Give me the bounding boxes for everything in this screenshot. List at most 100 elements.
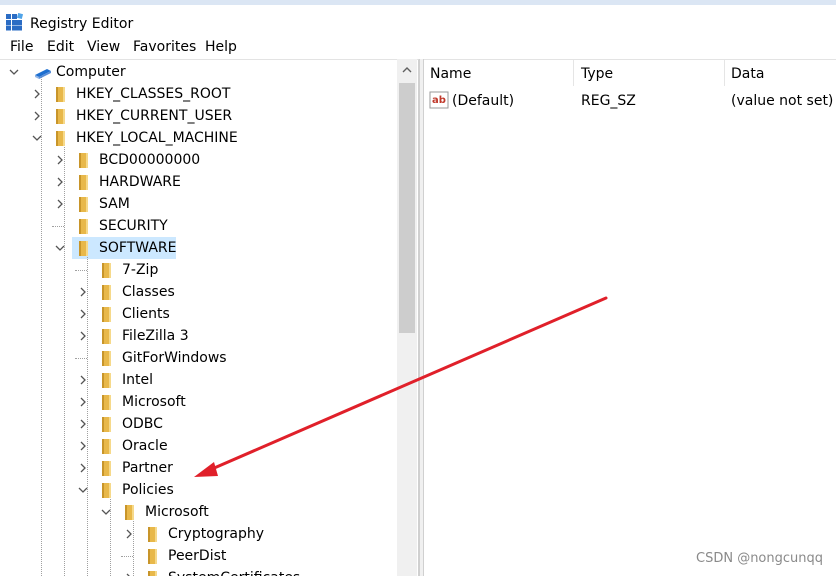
tree-node[interactable]: PeerDist: [0, 545, 397, 567]
tree-node[interactable]: HARDWARE: [0, 171, 397, 193]
tree-node[interactable]: Microsoft: [0, 391, 397, 413]
tree-node-label: Policies: [122, 482, 174, 498]
tree-node-label: HKEY_CURRENT_USER: [76, 108, 233, 124]
tree-node[interactable]: Policies: [0, 479, 397, 501]
chevron-right-icon[interactable]: [78, 374, 88, 386]
string-value-icon: ab: [429, 91, 449, 109]
column-header-data[interactable]: Data: [725, 60, 836, 86]
tree-node-label: SOFTWARE: [99, 240, 177, 256]
tree-node[interactable]: BCD00000000: [0, 149, 397, 171]
tree-node[interactable]: Classes: [0, 281, 397, 303]
chevron-right-icon[interactable]: [78, 418, 88, 430]
chevron-down-icon[interactable]: [78, 484, 88, 496]
tree-node[interactable]: Partner: [0, 457, 397, 479]
tree-node-label: SECURITY: [99, 218, 168, 234]
scroll-up-button[interactable]: [397, 59, 417, 81]
chevron-down-icon[interactable]: [55, 242, 65, 254]
tree-node[interactable]: Microsoft: [0, 501, 397, 523]
folder-icon: [79, 175, 88, 190]
menu-bar: File Edit View Favorites Help: [0, 35, 836, 59]
tree-node[interactable]: Oracle: [0, 435, 397, 457]
tree-node[interactable]: ODBC: [0, 413, 397, 435]
tree-branch-line: [121, 556, 133, 557]
tree-node[interactable]: HKEY_LOCAL_MACHINE: [0, 127, 397, 149]
tree-node[interactable]: SECURITY: [0, 215, 397, 237]
tree-node[interactable]: Computer: [0, 61, 397, 83]
chevron-right-icon[interactable]: [124, 572, 134, 576]
folder-icon: [102, 395, 111, 410]
tree-node[interactable]: HKEY_CURRENT_USER: [0, 105, 397, 127]
chevron-right-icon[interactable]: [32, 88, 42, 100]
folder-icon: [102, 373, 111, 388]
title-bar[interactable]: Registry Editor: [0, 5, 836, 35]
tree-node[interactable]: HKEY_CLASSES_ROOT: [0, 83, 397, 105]
chevron-right-icon[interactable]: [78, 462, 88, 474]
tree-node-label: Computer: [56, 64, 126, 80]
tree-node-label: Microsoft: [145, 504, 209, 520]
values-list-pane[interactable]: Name Type Data ab (Default) REG_SZ (valu…: [424, 59, 836, 576]
chevron-right-icon[interactable]: [124, 528, 134, 540]
tree-branch-line: [75, 270, 87, 271]
tree-node[interactable]: SOFTWARE: [0, 237, 397, 259]
tree-branch-line: [52, 226, 64, 227]
chevron-right-icon[interactable]: [78, 308, 88, 320]
tree-node[interactable]: GitForWindows: [0, 347, 397, 369]
tree-node-label: Partner: [122, 460, 173, 476]
chevron-down-icon[interactable]: [32, 132, 42, 144]
value-type: REG_SZ: [581, 93, 636, 109]
tree-node-label: 7-Zip: [122, 262, 159, 278]
tree-node-label: SystemCertificates: [168, 570, 300, 576]
menu-view[interactable]: View: [87, 39, 120, 55]
chevron-right-icon[interactable]: [78, 396, 88, 408]
tree-node-label: Intel: [122, 372, 153, 388]
value-row[interactable]: ab (Default) REG_SZ (value not set): [424, 89, 836, 111]
chevron-right-icon[interactable]: [55, 176, 65, 188]
tree-node-label: Clients: [122, 306, 170, 322]
scroll-thumb[interactable]: [399, 83, 415, 333]
folder-icon: [79, 197, 88, 212]
menu-edit[interactable]: Edit: [47, 39, 74, 55]
tree-node[interactable]: FileZilla 3: [0, 325, 397, 347]
registry-editor-icon: [6, 13, 23, 31]
chevron-right-icon[interactable]: [55, 198, 65, 210]
folder-icon: [102, 285, 111, 300]
tree-node-label: Microsoft: [122, 394, 186, 410]
tree-node[interactable]: Intel: [0, 369, 397, 391]
column-header-name[interactable]: Name: [424, 60, 574, 86]
chevron-right-icon[interactable]: [78, 330, 88, 342]
folder-icon: [102, 329, 111, 344]
chevron-down-icon[interactable]: [101, 506, 111, 518]
svg-text:ab: ab: [432, 95, 446, 106]
folder-icon: [148, 549, 157, 564]
tree-node-label: BCD00000000: [99, 152, 201, 168]
tree-node-label: FileZilla 3: [122, 328, 189, 344]
tree-node[interactable]: SAM: [0, 193, 397, 215]
tree-node[interactable]: Clients: [0, 303, 397, 325]
folder-icon: [56, 109, 65, 124]
tree-node-label: ODBC: [122, 416, 163, 432]
folder-icon: [102, 483, 111, 498]
chevron-down-icon[interactable]: [9, 66, 19, 78]
folder-icon: [148, 571, 157, 576]
tree-node-label: HKEY_LOCAL_MACHINE: [76, 130, 238, 146]
tree-node[interactable]: Cryptography: [0, 523, 397, 545]
menu-help[interactable]: Help: [205, 39, 237, 55]
chevron-right-icon[interactable]: [32, 110, 42, 122]
tree-node-label: Oracle: [122, 438, 168, 454]
tree-vertical-scrollbar[interactable]: [397, 59, 417, 576]
tree-node[interactable]: 7-Zip: [0, 259, 397, 281]
menu-file[interactable]: File: [10, 39, 33, 55]
folder-icon: [102, 307, 111, 322]
tree-node-label: Classes: [122, 284, 175, 300]
chevron-up-icon: [402, 67, 412, 73]
column-header-type[interactable]: Type: [575, 60, 725, 86]
menu-favorites[interactable]: Favorites: [133, 39, 196, 55]
watermark-text: CSDN @nongcunqq: [696, 551, 824, 566]
tree-node-label: PeerDist: [168, 548, 227, 564]
chevron-right-icon[interactable]: [55, 154, 65, 166]
folder-icon: [102, 461, 111, 476]
chevron-right-icon[interactable]: [78, 286, 88, 298]
value-name: (Default): [452, 93, 515, 109]
chevron-right-icon[interactable]: [78, 440, 88, 452]
tree-node[interactable]: SystemCertificates: [0, 567, 397, 576]
